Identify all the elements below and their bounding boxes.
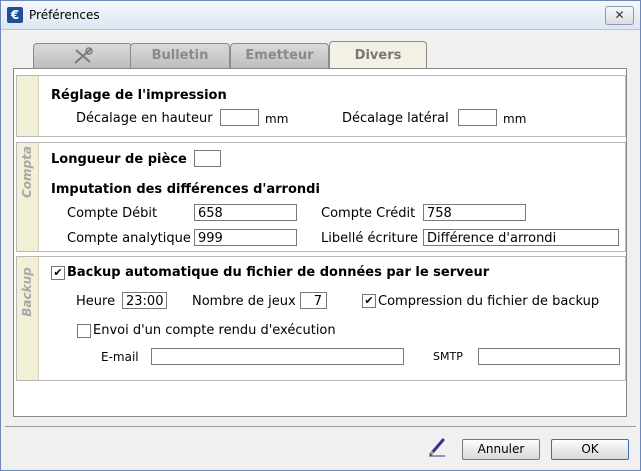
sets-input[interactable]: 7 — [300, 292, 327, 309]
auto-backup-checkbox[interactable]: ✔ — [51, 266, 65, 280]
tab-emetteur[interactable]: Emetteur — [230, 43, 329, 68]
tools-icon — [73, 47, 93, 64]
window-title: Préférences — [29, 8, 100, 22]
entry-input[interactable]: Différence d'arrondi — [423, 229, 619, 246]
auto-backup-label[interactable]: Backup automatique du fichier de données… — [67, 265, 489, 280]
email-input[interactable] — [151, 348, 404, 365]
app-icon: € — [7, 7, 23, 23]
report-label[interactable]: Envoi d'un compte rendu d'exécution — [93, 323, 336, 338]
email-label: E-mail — [101, 350, 139, 364]
hour-input[interactable]: 23:00 — [122, 292, 167, 309]
cancel-button[interactable]: Annuler — [462, 439, 540, 460]
piece-length-input[interactable] — [194, 150, 221, 167]
title-bar[interactable]: € Préférences ✕ — [1, 1, 640, 30]
credit-input[interactable]: 758 — [423, 204, 526, 221]
preferences-window: € Préférences ✕ Bulletin Emetteur Divers… — [0, 0, 641, 471]
footer-separator — [5, 426, 636, 427]
piece-length-label: Longueur de pièce — [51, 152, 187, 167]
ok-button[interactable]: OK — [551, 439, 629, 460]
backup-section-sidebar: Backup — [17, 257, 39, 380]
report-checkbox[interactable] — [77, 324, 91, 338]
close-button[interactable]: ✕ — [605, 6, 634, 25]
compta-section-label: Compta — [20, 146, 34, 198]
offset-side-label: Décalage latéral — [342, 111, 449, 126]
debit-label: Compte Débit — [67, 206, 158, 221]
tab-tools[interactable] — [33, 43, 132, 68]
debit-input[interactable]: 658 — [194, 204, 297, 221]
sets-label: Nombre de jeux — [192, 294, 296, 309]
rounding-heading: Imputation des différences d'arrondi — [51, 182, 320, 197]
backup-section-label: Backup — [20, 267, 34, 317]
hour-label: Heure — [76, 294, 116, 309]
offset-side-input[interactable] — [458, 109, 497, 126]
divers-panel: Réglage de l'impression Décalage en haut… — [13, 68, 627, 417]
offset-height-unit: mm — [265, 112, 289, 126]
smtp-input[interactable] — [478, 348, 620, 365]
print-section-sidebar — [17, 76, 39, 136]
analytic-input[interactable]: 999 — [194, 229, 297, 246]
smtp-label: SMTP — [433, 350, 463, 363]
offset-height-input[interactable] — [220, 109, 259, 126]
offset-side-unit: mm — [503, 112, 527, 126]
pen-icon[interactable] — [427, 437, 447, 457]
backup-section: Backup ✔ Backup automatique du fichier d… — [16, 256, 626, 381]
analytic-label: Compte analytique — [67, 231, 191, 246]
tab-divers[interactable]: Divers — [329, 41, 427, 69]
compress-label[interactable]: Compression du fichier de backup — [378, 294, 599, 309]
tab-bulletin[interactable]: Bulletin — [130, 43, 230, 68]
compta-section: Compta Longueur de pièce Imputation des … — [16, 142, 626, 252]
offset-height-label: Décalage en hauteur — [76, 111, 213, 126]
compta-section-sidebar: Compta — [17, 143, 39, 251]
credit-label: Compte Crédit — [321, 206, 416, 221]
compress-checkbox[interactable]: ✔ — [362, 294, 376, 308]
entry-label: Libellé écriture — [321, 231, 418, 246]
print-section: Réglage de l'impression Décalage en haut… — [16, 75, 626, 137]
print-heading: Réglage de l'impression — [51, 88, 227, 103]
